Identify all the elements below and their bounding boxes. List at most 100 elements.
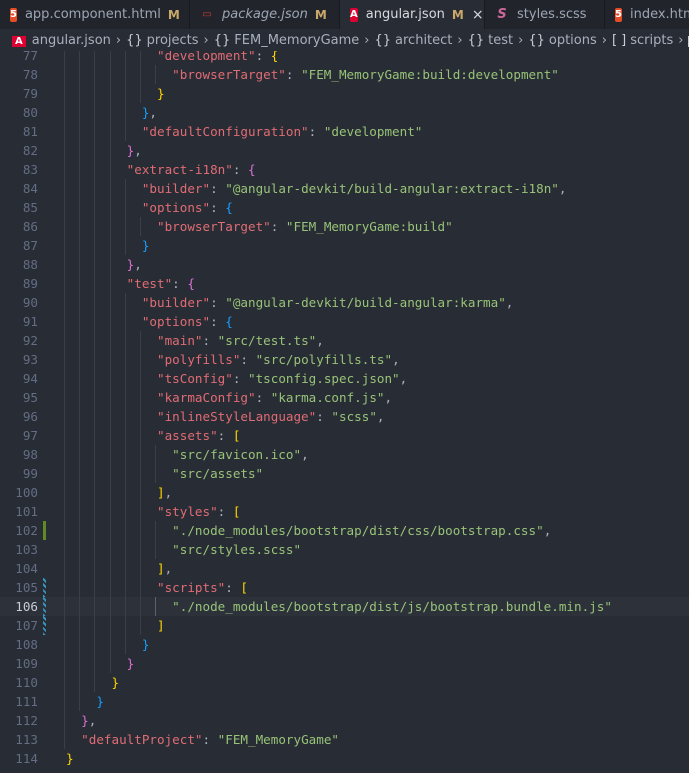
indent-guide	[64, 730, 65, 750]
indent-guide	[64, 654, 65, 674]
punctuation: :	[172, 275, 188, 291]
line-number: 106	[15, 598, 38, 614]
breadcrumb: Aangular.json ›{} projects ›{} FEM_MemoryGam…	[0, 29, 689, 51]
git-modified-marker[interactable]	[43, 596, 46, 616]
code-line: 108 }	[0, 634, 689, 654]
line-number: 82	[22, 142, 38, 158]
code-line: 103 "src/styles.scss"	[0, 539, 689, 559]
bracket: }	[157, 85, 165, 101]
code-line: 97 "assets": [	[0, 425, 689, 445]
line-number: 92	[22, 332, 38, 348]
line-number: 104	[15, 560, 38, 576]
punctuation: :	[255, 51, 271, 63]
indent-guide	[64, 51, 65, 65]
json-string: "./node_modules/bootstrap/dist/js/bootst…	[172, 598, 612, 614]
line-number: 79	[22, 85, 38, 101]
json-key: "options"	[141, 313, 211, 329]
json-key: "builder"	[141, 294, 211, 310]
line-number: 109	[15, 656, 38, 671]
indent-guide	[64, 425, 65, 445]
code-text: "assets": [	[66, 426, 240, 445]
indent-guide	[64, 235, 65, 255]
json-key: "main"	[157, 332, 203, 348]
code-line: 98 "src/favicon.ico",	[0, 444, 689, 464]
punctuation: :	[210, 313, 226, 329]
code-text: "builder": "@angular-devkit/build-angula…	[66, 293, 514, 312]
git-modified-marker[interactable]	[43, 577, 46, 597]
breadcrumb-item[interactable]: {} test	[468, 33, 514, 48]
line-number: 87	[22, 237, 38, 253]
json-key: "karmaConfig"	[157, 389, 256, 405]
code-text: }	[66, 673, 120, 692]
code-line: 106 "./node_modules/bootstrap/dist/js/bo…	[0, 596, 689, 616]
json-key: "assets"	[157, 427, 218, 443]
line-number: 89	[22, 275, 38, 291]
line-number: 114	[15, 751, 38, 767]
breadcrumb-item[interactable]: {} architect	[374, 33, 452, 48]
indent-guide	[64, 501, 65, 521]
code-text: },	[66, 141, 142, 160]
indent-guide	[64, 406, 65, 426]
code-line: 93 "polyfills": "src/polyfills.ts",	[0, 349, 689, 369]
code-line: 111 }	[0, 692, 689, 712]
indent-guide	[64, 64, 65, 84]
git-modified-marker[interactable]	[43, 615, 46, 635]
code-text: }	[66, 84, 165, 103]
git-added-marker[interactable]	[43, 520, 46, 540]
code-text: "./node_modules/bootstrap/dist/js/bootst…	[66, 597, 612, 616]
json-string: "FEM_MemoryGame:build"	[285, 218, 453, 234]
punctuation: :	[210, 199, 226, 215]
punctuation: :	[316, 408, 332, 424]
code-line: 80 },	[0, 102, 689, 122]
punctuation: ,	[376, 408, 385, 424]
punctuation: :	[255, 389, 271, 405]
bracket: }	[126, 656, 135, 671]
tab-index-html[interactable]: 5 index.html	[605, 0, 689, 29]
json-string: "FEM_MemoryGame:build:development"	[301, 66, 559, 82]
json-key: "browserTarget"	[157, 218, 271, 234]
code-text: ],	[66, 559, 172, 578]
code-line: 84 "builder": "@angular-devkit/build-ang…	[0, 178, 689, 198]
bracket: {	[248, 161, 256, 177]
line-number: 112	[15, 713, 38, 729]
indent-guide	[64, 216, 65, 236]
code-line: 92 "main": "src/test.ts",	[0, 330, 689, 350]
code-line: 78 "browserTarget": "FEM_MemoryGame:buil…	[0, 64, 689, 84]
code-line: 89 "test": {	[0, 273, 689, 293]
line-number: 111	[15, 694, 38, 710]
angular-icon: A	[12, 35, 26, 47]
punctuation: ,	[149, 104, 158, 120]
json-string: "development"	[323, 123, 423, 139]
breadcrumb-item[interactable]: {} options	[528, 33, 596, 48]
close-icon[interactable]: ×	[472, 7, 484, 23]
breadcrumb-item[interactable]: {} projects	[126, 33, 198, 48]
tab-package-json[interactable]: ▭ package.json M	[190, 0, 340, 29]
punctuation: ,	[558, 180, 567, 196]
json-string: "src/polyfills.ts"	[255, 351, 393, 367]
tab-app-component-html[interactable]: 5 app.component.html M	[0, 0, 190, 29]
line-number: 102	[15, 522, 38, 538]
indent-guide	[64, 368, 65, 388]
line-number: 110	[15, 675, 38, 691]
code-line: 100 ],	[0, 482, 689, 502]
code-text: }	[66, 692, 104, 711]
line-number: 97	[22, 427, 38, 443]
code-text: "inlineStyleLanguage": "scss",	[66, 407, 385, 426]
line-number: 98	[22, 446, 38, 462]
tab-styles-scss[interactable]: Sstyles.scss	[485, 0, 605, 29]
json-key: "browserTarget"	[172, 66, 286, 82]
breadcrumb-item[interactable]: {} FEM_MemoryGame	[214, 33, 360, 48]
code-editor[interactable]: 77 "development": {78 "browserTarget": "…	[0, 51, 689, 773]
object-icon: {}	[126, 32, 143, 48]
code-lines: 77 "development": {78 "browserTarget": "…	[0, 51, 689, 768]
code-text: "src/assets"	[66, 464, 263, 483]
bracket: {	[270, 51, 279, 63]
indent-guide	[64, 558, 65, 578]
punctuation: :	[285, 66, 302, 82]
breadcrumb-item[interactable]: [ ] scripts	[612, 33, 673, 48]
punctuation: :	[308, 123, 324, 139]
tab-angular-json[interactable]: Aangular.json M ×	[340, 0, 485, 29]
sass-icon: S	[497, 7, 507, 22]
breadcrumb-label: projects	[146, 32, 199, 48]
breadcrumb-item[interactable]: Aangular.json	[12, 33, 111, 48]
